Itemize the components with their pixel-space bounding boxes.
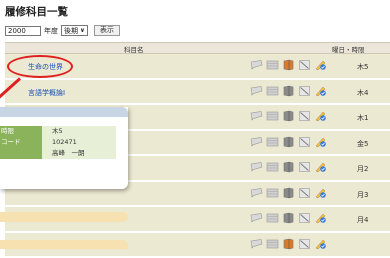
- popup-label: 時限: [0, 126, 42, 137]
- slash-icon[interactable]: [298, 85, 311, 97]
- pen-check-icon[interactable]: [314, 187, 327, 199]
- day-period: 月4: [357, 215, 368, 225]
- pen-check-icon[interactable]: [314, 59, 327, 71]
- memo-icon[interactable]: [250, 136, 263, 148]
- notebook-icon[interactable]: [266, 212, 279, 224]
- day-period: 月3: [357, 190, 368, 200]
- notebook-icon[interactable]: [266, 110, 279, 122]
- textbook-icon[interactable]: [282, 136, 295, 148]
- pen-check-icon[interactable]: [314, 161, 327, 173]
- table-row: 言語学概論I 木4: [5, 80, 390, 106]
- slash-icon[interactable]: [298, 161, 311, 173]
- slash-icon[interactable]: [298, 187, 311, 199]
- course-action-icons: [250, 110, 327, 122]
- course-action-icons: [250, 59, 327, 71]
- popup-label: [0, 148, 42, 159]
- day-period: 金5: [357, 139, 368, 149]
- course-link[interactable]: 言語学概論I: [28, 88, 65, 98]
- textbook-icon[interactable]: [282, 212, 295, 224]
- day-period: 木4: [357, 88, 368, 98]
- show-button[interactable]: 表示: [94, 25, 120, 36]
- popup-value: 高峰 一朗: [42, 148, 116, 159]
- memo-icon[interactable]: [250, 187, 263, 199]
- year-suffix-label: 年度: [44, 26, 58, 36]
- pen-check-icon[interactable]: [314, 85, 327, 97]
- memo-icon[interactable]: [250, 85, 263, 97]
- course-action-icons: [250, 161, 327, 173]
- popup-header: [0, 107, 128, 117]
- pen-check-icon[interactable]: [314, 238, 327, 250]
- textbook-icon[interactable]: [282, 85, 295, 97]
- chevron-down-icon: ∨: [80, 27, 85, 34]
- day-period: 木5: [357, 62, 368, 72]
- day-period: 木1: [357, 113, 368, 123]
- course-action-icons: [250, 238, 327, 250]
- memo-icon[interactable]: [250, 110, 263, 122]
- textbook-icon[interactable]: [282, 110, 295, 122]
- table-header: 科目名 曜日・時限: [5, 42, 390, 54]
- popup-row: 時限 木5: [0, 126, 116, 137]
- popup-row: 高峰 一朗: [0, 148, 116, 159]
- pen-check-icon[interactable]: [314, 110, 327, 122]
- notebook-icon[interactable]: [266, 136, 279, 148]
- course-action-icons: [250, 136, 327, 148]
- notebook-icon[interactable]: [266, 187, 279, 199]
- highlight-circle: [7, 55, 73, 78]
- notebook-icon[interactable]: [266, 85, 279, 97]
- textbook-icon[interactable]: [282, 161, 295, 173]
- slash-icon[interactable]: [298, 238, 311, 250]
- notebook-icon[interactable]: [266, 59, 279, 71]
- slash-icon[interactable]: [298, 136, 311, 148]
- column-header-name: 科目名: [124, 44, 144, 54]
- term-select-value: 後期: [64, 26, 78, 36]
- slash-icon[interactable]: [298, 110, 311, 122]
- pen-check-icon[interactable]: [314, 136, 327, 148]
- day-period: 月2: [357, 164, 368, 174]
- textbook-icon[interactable]: [282, 187, 295, 199]
- column-header-time: 曜日・時限: [332, 44, 365, 54]
- course-action-icons: [250, 187, 327, 199]
- memo-icon[interactable]: [250, 238, 263, 250]
- year-input[interactable]: 2000: [5, 26, 41, 36]
- course-action-icons: [250, 85, 327, 97]
- memo-icon[interactable]: [250, 212, 263, 224]
- notebook-icon[interactable]: [266, 238, 279, 250]
- pen-check-icon[interactable]: [314, 212, 327, 224]
- filter-controls: 2000 年度 後期 ∨ 表示: [5, 25, 120, 36]
- popup-value: 木5: [42, 126, 116, 137]
- memo-icon[interactable]: [250, 161, 263, 173]
- course-action-icons: [250, 212, 327, 224]
- section-bar: [0, 240, 128, 249]
- page-title: 履修科目一覧: [5, 4, 68, 19]
- notebook-icon[interactable]: [266, 161, 279, 173]
- memo-icon[interactable]: [250, 59, 263, 71]
- popup-label: コード: [0, 137, 42, 148]
- course-detail-popup: 時限 木5 コード 102471 高峰 一朗: [0, 107, 128, 189]
- slash-icon[interactable]: [298, 59, 311, 71]
- textbook-icon[interactable]: [282, 59, 295, 71]
- term-select[interactable]: 後期 ∨: [61, 25, 88, 36]
- popup-row: コード 102471: [0, 137, 116, 148]
- slash-icon[interactable]: [298, 212, 311, 224]
- textbook-icon[interactable]: [282, 238, 295, 250]
- popup-value: 102471: [42, 137, 116, 148]
- section-bar: [0, 212, 128, 222]
